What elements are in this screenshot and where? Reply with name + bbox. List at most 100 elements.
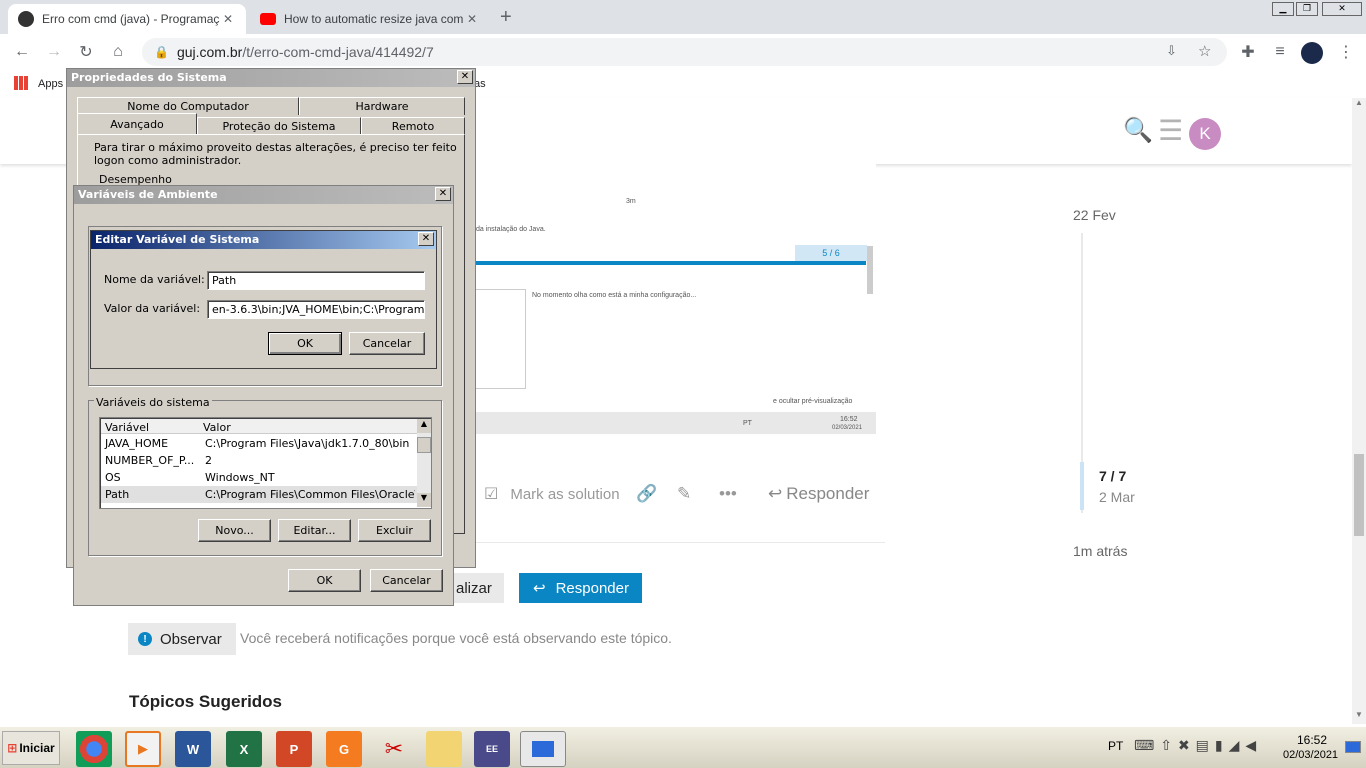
search-icon[interactable]: 🔍: [1123, 116, 1153, 145]
embedded-hide: e ocultar pré-visualização: [773, 398, 853, 405]
guj-favicon-icon: [18, 11, 34, 27]
tab-protecao-sistema[interactable]: Proteção do Sistema: [197, 117, 361, 135]
scroll-thumb[interactable]: [1354, 454, 1364, 536]
word-taskbar-icon[interactable]: W: [175, 731, 211, 767]
cancel-button[interactable]: Cancelar: [349, 332, 425, 355]
reload-icon[interactable]: ↻: [74, 40, 98, 64]
tab-remoto[interactable]: Remoto: [361, 117, 465, 135]
tab-avancado[interactable]: Avançado: [77, 113, 197, 135]
java-ee-ide-taskbar-icon[interactable]: EE: [474, 731, 510, 767]
cancel-button[interactable]: Cancelar: [370, 569, 443, 592]
close-tab-icon[interactable]: ✕: [464, 12, 480, 26]
close-icon[interactable]: ✕: [435, 187, 451, 201]
col-valor[interactable]: Valor: [203, 421, 231, 434]
page-scrollbar[interactable]: ▲ ▼: [1352, 98, 1366, 724]
link-icon[interactable]: 🔗: [636, 484, 657, 504]
ok-button[interactable]: OK: [288, 569, 361, 592]
embedded-lang: PT: [743, 420, 752, 427]
hamburger-menu-icon[interactable]: ☰: [1158, 114, 1183, 147]
excel-taskbar-icon[interactable]: X: [226, 731, 262, 767]
list-scroll-thumb[interactable]: [417, 437, 431, 453]
timeline-bottom[interactable]: 1m atrás: [1073, 543, 1127, 559]
row-name: NUMBER_OF_P...: [105, 454, 195, 467]
tab-youtube[interactable]: How to automatic resize java compo ✕: [250, 4, 490, 34]
timeline-top-date[interactable]: 22 Fev: [1073, 207, 1116, 223]
clock-date[interactable]: 02/03/2021: [1283, 749, 1338, 761]
table-row[interactable]: JAVA_HOME C:\Program Files\Java\jdk1.7.0…: [101, 435, 417, 452]
menu-icon[interactable]: ⋮: [1334, 40, 1358, 64]
scroll-down-icon[interactable]: ▼: [417, 493, 431, 507]
variable-value-field[interactable]: en-3.6.3\bin;JVA_HOME\bin;C:\Program Fil: [207, 300, 425, 319]
scroll-down-icon[interactable]: ▼: [1354, 710, 1364, 722]
pdf-taskbar-icon[interactable]: G: [326, 731, 362, 767]
atualizar-button[interactable]: alizar: [446, 573, 504, 603]
reply-icon: ↩: [768, 484, 783, 503]
tab-strip: Erro com cmd (java) - Programação ✕ How …: [0, 0, 1366, 34]
media-player-taskbar-icon[interactable]: ▶: [125, 731, 161, 767]
powerpoint-taskbar-icon[interactable]: P: [276, 731, 312, 767]
home-icon[interactable]: ⌂: [106, 40, 130, 64]
user-avatar[interactable]: K: [1189, 118, 1221, 150]
apps-grid-icon[interactable]: [14, 76, 28, 90]
minimize-icon[interactable]: ▁: [1272, 2, 1294, 16]
show-desktop-icon[interactable]: [1345, 741, 1361, 753]
folder-taskbar-icon[interactable]: [426, 731, 462, 767]
delete-var-button[interactable]: Excluir: [358, 519, 431, 542]
close-tab-icon[interactable]: ✕: [220, 12, 236, 26]
restore-icon[interactable]: ❐: [1296, 2, 1318, 16]
row-name: Path: [105, 488, 130, 501]
forward-icon[interactable]: →: [42, 40, 66, 64]
col-variavel[interactable]: Variável: [105, 421, 149, 434]
observar-button[interactable]: ! Observar: [128, 623, 236, 655]
url-path: /t/erro-com-cmd-java/414492/7: [242, 44, 434, 60]
tab-title: Erro com cmd (java) - Programação: [42, 12, 220, 26]
mark-solution-button[interactable]: ☑ Mark as solution: [484, 484, 620, 504]
edit-var-button[interactable]: Editar...: [278, 519, 351, 542]
new-var-button[interactable]: Novo...: [198, 519, 271, 542]
table-row-selected[interactable]: Path C:\Program Files\Common Files\Oracl…: [101, 486, 417, 503]
divider: [470, 542, 885, 543]
variable-name-field[interactable]: Path: [207, 271, 425, 290]
close-icon[interactable]: ✕: [418, 232, 434, 246]
row-name: JAVA_HOME: [105, 437, 169, 450]
monitor-icon: [532, 741, 554, 757]
embedded-editor: [470, 289, 526, 389]
table-row[interactable]: OS Windows_NT: [101, 469, 417, 486]
system-vars-list[interactable]: Variável Valor JAVA_HOME C:\Program File…: [99, 417, 432, 509]
close-window-icon[interactable]: ✕: [1322, 2, 1362, 16]
bookmark-star-icon[interactable]: ☆: [1198, 42, 1211, 60]
tray-icons[interactable]: ⌨︎⇧✖▤▮◢◀: [1134, 737, 1262, 754]
install-icon[interactable]: ⇩: [1166, 43, 1177, 59]
system-vars-label: Variáveis do sistema: [94, 396, 212, 409]
scissors-taskbar-icon[interactable]: ✂: [376, 731, 412, 767]
address-bar[interactable]: 🔒 guj.com.br/t/erro-com-cmd-java/414492/…: [142, 38, 1227, 66]
close-icon[interactable]: ✕: [457, 70, 473, 84]
suggested-topics-title: Tópicos Sugeridos: [129, 692, 283, 711]
chrome-taskbar-icon[interactable]: [76, 731, 112, 767]
more-icon[interactable]: •••: [719, 484, 737, 504]
list-scrollbar[interactable]: ▲ ▼: [417, 419, 431, 507]
edit-icon[interactable]: ✎: [677, 484, 691, 504]
tab-hardware[interactable]: Hardware: [299, 97, 465, 115]
language-indicator[interactable]: PT: [1108, 739, 1123, 753]
media-icon[interactable]: ≡: [1268, 40, 1292, 64]
taskbar: ⊞ Iniciar ▶ W X P G ✂ EE PT ⌨︎⇧✖▤▮◢◀ 16:…: [0, 726, 1366, 768]
table-row[interactable]: NUMBER_OF_P... 2: [101, 452, 417, 469]
scroll-up-icon[interactable]: ▲: [1354, 98, 1364, 110]
responder-button[interactable]: ↩ Responder: [519, 573, 642, 603]
apps-bookmark[interactable]: Apps: [38, 78, 63, 90]
profile-avatar[interactable]: [1301, 42, 1323, 64]
embedded-time: 3m: [626, 198, 636, 205]
clock-time[interactable]: 16:52: [1297, 733, 1327, 747]
reply-post-button[interactable]: ↩ Responder: [768, 484, 869, 504]
embedded-blue-bar: [470, 261, 866, 265]
tab-active[interactable]: Erro com cmd (java) - Programação ✕: [8, 4, 246, 34]
new-tab-button[interactable]: +: [500, 6, 512, 29]
timeline-handle[interactable]: [1080, 462, 1084, 510]
system-properties-taskbar-icon[interactable]: [520, 731, 566, 767]
extensions-icon[interactable]: ✚: [1236, 40, 1260, 64]
start-button[interactable]: ⊞ Iniciar: [2, 731, 60, 765]
ok-button[interactable]: OK: [268, 332, 342, 355]
scroll-up-icon[interactable]: ▲: [417, 419, 431, 433]
back-icon[interactable]: ←: [10, 40, 34, 64]
